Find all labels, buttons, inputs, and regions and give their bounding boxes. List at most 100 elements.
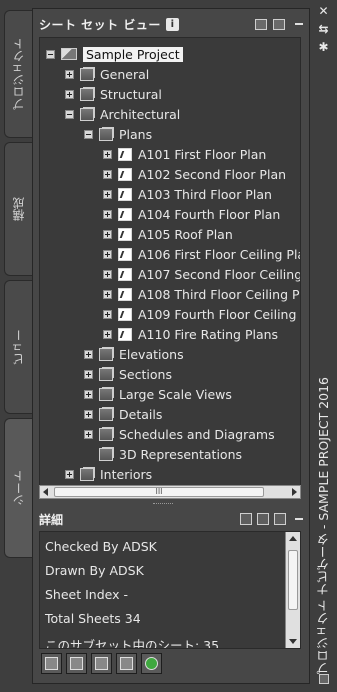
sheet-icon	[118, 187, 132, 201]
tree-item[interactable]: Interiors	[65, 464, 152, 484]
tree-item[interactable]: General	[65, 64, 149, 84]
expand-icon[interactable]	[103, 309, 112, 319]
expand-icon[interactable]	[103, 209, 112, 219]
collapse-icon[interactable]	[65, 109, 74, 119]
tree-item[interactable]: A106 First Floor Ceiling Plan	[103, 244, 301, 264]
tree-item[interactable]: Architectural	[65, 104, 180, 124]
details-drawn-by: Drawn By ADSK	[45, 563, 144, 578]
tree-item[interactable]: A110 Fire Rating Plans	[103, 324, 278, 344]
tree-item-label: Details	[119, 406, 163, 422]
collapse-icon[interactable]	[84, 129, 93, 139]
expand-icon[interactable]	[103, 189, 112, 199]
scroll-down-arrow-icon[interactable]	[289, 639, 297, 644]
expand-icon[interactable]	[84, 369, 93, 379]
details-vertical-scrollbar[interactable]	[285, 532, 300, 648]
expand-icon[interactable]	[65, 469, 74, 479]
tree-item[interactable]: A109 Fourth Floor Ceiling Pl	[103, 304, 300, 324]
palette-corner-icon[interactable]	[319, 674, 329, 684]
expand-icon[interactable]	[103, 269, 112, 279]
expand-icon[interactable]	[84, 429, 93, 439]
tab-project[interactable]: プロジェクト	[4, 10, 32, 138]
tree-item[interactable]: Schedules and Diagrams	[84, 424, 275, 444]
bottom-toolbar	[41, 653, 162, 674]
subset-icon	[99, 367, 113, 381]
tree-item[interactable]: Sections	[84, 364, 172, 384]
details-sheet-index: Sheet Index -	[45, 587, 129, 602]
tree-item[interactable]: Structural	[65, 84, 162, 104]
table-icon	[120, 657, 133, 670]
collapse-icon[interactable]	[46, 49, 55, 59]
sheet-set-palette: シート セット ビュー i Sample Project General Struc…	[32, 8, 310, 684]
sheet-icon	[118, 287, 132, 301]
tree-item[interactable]: A105 Roof Plan	[103, 224, 233, 244]
expand-icon[interactable]	[84, 389, 93, 399]
tree-item-label: Elevations	[119, 346, 184, 362]
expand-icon[interactable]	[84, 409, 93, 419]
info-icon[interactable]: i	[165, 17, 179, 31]
tab-sheets-label: シート	[12, 470, 26, 506]
preview-icon[interactable]	[257, 513, 269, 525]
subset-icon	[80, 107, 94, 121]
panel-splitter[interactable]	[153, 503, 173, 506]
tree-item[interactable]: Sample Project	[46, 44, 183, 64]
tree-item-label: A106 First Floor Ceiling Plan	[138, 246, 301, 262]
tree-item[interactable]: A101 First Floor Plan	[103, 144, 266, 164]
sheet-icon	[118, 247, 132, 261]
view-list-button[interactable]	[91, 653, 112, 674]
details-minimize-icon[interactable]	[295, 518, 303, 520]
palette-vertical-title-text: プロジェクト ナビゲータ - SAMPLE PROJECT 2016	[315, 377, 331, 675]
subset-icon	[99, 407, 113, 421]
sheet-list-button[interactable]	[66, 653, 87, 674]
tab-project-label: プロジェクト	[12, 38, 26, 110]
sheet-set-properties-icon[interactable]	[255, 18, 267, 30]
expand-icon[interactable]	[103, 289, 112, 299]
tree-item[interactable]: Plans	[84, 124, 152, 144]
tree-item-label: A105 Roof Plan	[138, 226, 233, 242]
expand-icon[interactable]	[103, 169, 112, 179]
tree-item[interactable]: A107 Second Floor Ceiling P	[103, 264, 300, 284]
scroll-thumb[interactable]: III	[54, 487, 264, 497]
subset-icon	[99, 127, 113, 141]
horizontal-scrollbar[interactable]: III	[39, 485, 301, 499]
tab-constructs[interactable]: 構成	[4, 142, 32, 276]
tree-item[interactable]: Details	[84, 404, 162, 424]
expand-icon[interactable]	[103, 149, 112, 159]
sheet-set-tree[interactable]: Sample Project General Structural Architect…	[39, 37, 301, 499]
subset-icon	[99, 447, 113, 461]
project-icon	[61, 48, 77, 60]
tree-item[interactable]: 3D Representations	[84, 444, 242, 464]
autohide-icon[interactable]: ⇆	[318, 23, 329, 35]
table-button[interactable]	[116, 653, 137, 674]
publish-button[interactable]	[41, 653, 62, 674]
sheet-icon	[118, 327, 132, 341]
subset-icon	[99, 347, 113, 361]
minimize-icon[interactable]	[295, 23, 303, 25]
tab-sheets[interactable]: シート	[4, 418, 32, 558]
project-navigator-window: プロジェクト 構成 ビュー シート シート セット ビュー i Sample P…	[0, 0, 337, 692]
details-mode-icon[interactable]	[240, 513, 252, 525]
tree-item[interactable]: Large Scale Views	[84, 384, 232, 404]
tree-item[interactable]: Elevations	[84, 344, 184, 364]
scroll-left-arrow-icon[interactable]	[43, 488, 48, 496]
tab-views[interactable]: ビュー	[4, 280, 32, 414]
tree-item-label: Architectural	[100, 106, 181, 122]
expand-icon[interactable]	[103, 249, 112, 259]
settings-icon[interactable]: ✱	[318, 41, 329, 53]
folder-icon[interactable]	[273, 18, 285, 30]
tree-item[interactable]: A104 Fourth Floor Plan	[103, 204, 280, 224]
expand-icon[interactable]	[65, 69, 74, 79]
options-icon[interactable]	[274, 513, 286, 525]
expand-icon[interactable]	[65, 89, 74, 99]
close-icon[interactable]: ✕	[318, 5, 329, 17]
expand-icon[interactable]	[103, 229, 112, 239]
scroll-right-arrow-icon[interactable]	[292, 488, 297, 496]
details-checked-by: Checked By ADSK	[45, 539, 157, 554]
tree-item[interactable]: A103 Third Floor Plan	[103, 184, 272, 204]
refresh-button[interactable]	[141, 653, 162, 674]
details-scroll-thumb[interactable]	[288, 550, 298, 610]
tree-item[interactable]: A102 Second Floor Plan	[103, 164, 286, 184]
tree-item[interactable]: A108 Third Floor Ceiling Pla	[103, 284, 300, 304]
expand-icon[interactable]	[84, 349, 93, 359]
expand-icon[interactable]	[103, 329, 112, 339]
scroll-up-arrow-icon[interactable]	[289, 536, 297, 541]
